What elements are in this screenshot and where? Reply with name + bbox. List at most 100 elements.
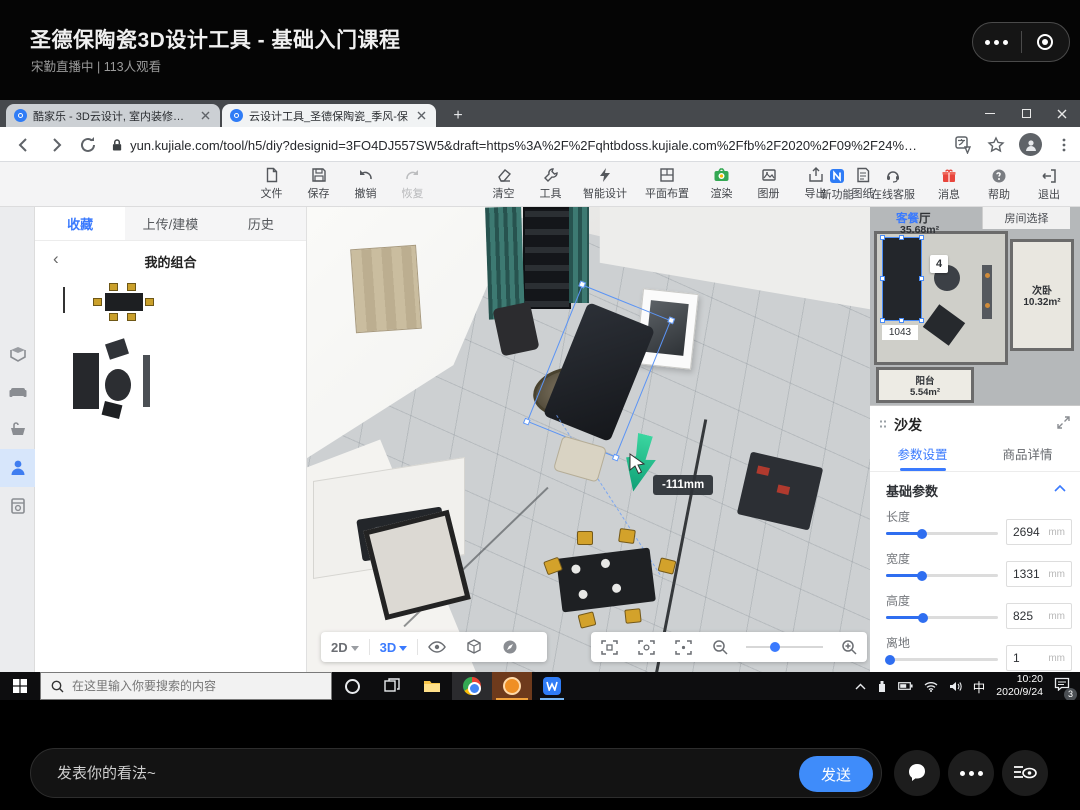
expand-panel-icon[interactable]	[1057, 416, 1070, 429]
cortana-icon[interactable]	[332, 672, 372, 700]
fit-selection-icon[interactable]	[591, 632, 628, 662]
close-window-button[interactable]	[1044, 100, 1080, 127]
browser-tab-design-tool[interactable]: 云设计工具_圣德保陶瓷_季风-保	[222, 104, 436, 127]
offground-value-field[interactable]: 1mm	[1006, 645, 1072, 671]
toolbar-redo-button[interactable]: 恢复	[389, 162, 436, 207]
height-value-field[interactable]: 825mm	[1006, 603, 1072, 629]
bookmark-star-icon[interactable]	[987, 136, 1005, 154]
zoom-in-icon[interactable]	[831, 632, 867, 662]
length-slider[interactable]	[886, 532, 998, 535]
toolbar-save-button[interactable]: 保存	[295, 162, 342, 207]
record-icon[interactable]	[1022, 23, 1070, 61]
toolbar-undo-button[interactable]: 撤销	[342, 162, 389, 207]
refresh-icon[interactable]	[78, 135, 98, 155]
live-course-player: 圣德保陶瓷3D设计工具 - 基础入门课程 宋勤直播中 | 113人观看 酷家乐 …	[0, 0, 1080, 810]
combo-thumbnail-livingroom-set[interactable]	[65, 339, 175, 417]
tab-favorites[interactable]: 收藏	[35, 207, 125, 240]
forward-icon[interactable]	[46, 135, 66, 155]
category-furniture-icon[interactable]	[0, 373, 35, 411]
toolbar-help-button[interactable]: 帮助	[974, 162, 1024, 207]
battery-icon[interactable]	[898, 681, 913, 691]
fit-settings-icon[interactable]	[628, 632, 665, 662]
category-bath-icon[interactable]	[0, 411, 35, 449]
comment-input[interactable]	[57, 749, 697, 797]
height-slider[interactable]	[886, 616, 998, 619]
tab-upload-model[interactable]: 上传/建模	[125, 207, 215, 240]
toolbar-render-button[interactable]: 渲染	[698, 162, 745, 207]
kujiale-app-icon[interactable]	[492, 672, 532, 700]
room-select-button[interactable]: 房间选择	[982, 207, 1070, 229]
width-value-field[interactable]: 1331mm	[1006, 561, 1072, 587]
more-options-button[interactable]	[948, 750, 994, 796]
model-cube-icon[interactable]	[456, 632, 492, 662]
maximize-button[interactable]	[1008, 100, 1044, 127]
browser-menu-icon[interactable]	[1056, 137, 1072, 153]
toolbar-messages-button[interactable]: 消息	[924, 162, 974, 207]
drag-handle-icon[interactable]	[879, 419, 887, 430]
comment-box[interactable]: 发送	[30, 748, 882, 798]
chrome-icon[interactable]	[452, 672, 492, 700]
category-appliance-icon[interactable]	[0, 487, 35, 525]
notification-center-icon[interactable]: 3	[1054, 677, 1070, 696]
new-tab-button[interactable]: +	[448, 106, 468, 126]
omnibox[interactable]: yun.kujiale.com/tool/h5/diy?designid=3FO…	[112, 135, 920, 155]
toggle-comments-button[interactable]	[1002, 750, 1048, 796]
start-button[interactable]	[0, 672, 40, 700]
translate-icon[interactable]	[955, 136, 973, 154]
tab-history[interactable]: 历史	[216, 207, 306, 240]
wifi-icon[interactable]	[924, 681, 938, 692]
toolbar-clear-button[interactable]: 清空	[480, 162, 527, 207]
zoom-out-icon[interactable]	[702, 632, 738, 662]
close-tab-icon[interactable]	[414, 109, 428, 123]
close-tab-icon[interactable]	[198, 109, 212, 123]
visibility-eye-icon[interactable]	[418, 632, 456, 662]
tray-chevron-icon[interactable]	[855, 683, 866, 690]
toolbar-ai-design-button[interactable]: 智能设计	[574, 162, 636, 207]
floorplan-selected-sofa[interactable]	[882, 237, 922, 321]
toolbar-new-features-button[interactable]: 新功能	[812, 162, 862, 207]
viewport-3d[interactable]: -111mm 2D 3D	[307, 207, 870, 672]
taskbar-search[interactable]	[40, 672, 332, 700]
tab-parameter-settings[interactable]: 参数设置	[870, 442, 975, 471]
toolbar-album-button[interactable]: 图册	[745, 162, 792, 207]
toolbar-exit-button[interactable]: 退出	[1024, 162, 1074, 207]
wps-icon[interactable]	[532, 672, 572, 700]
walkthrough-compass-icon[interactable]	[492, 632, 528, 662]
ime-indicator[interactable]: 中	[973, 677, 986, 696]
mode-2d-button[interactable]: 2D	[321, 632, 369, 662]
floorplan-balcony[interactable]: 阳台5.54m²	[876, 367, 974, 403]
floorplan-bedroom[interactable]: 次卧10.32m²	[1010, 239, 1074, 351]
chat-face-button[interactable]	[894, 750, 940, 796]
scene-dining-table	[556, 547, 656, 612]
toolbar-support-button[interactable]: 在线客服	[862, 162, 924, 207]
toolbar-file-button[interactable]: 文件	[248, 162, 295, 207]
minimize-button[interactable]	[972, 100, 1008, 127]
usb-icon[interactable]	[877, 680, 887, 693]
mode-3d-button[interactable]: 3D	[370, 632, 418, 662]
clock[interactable]: 10:20 2020/9/24	[996, 673, 1043, 699]
center-focus-icon[interactable]	[665, 632, 702, 662]
wall-number-badge[interactable]: 4	[930, 255, 948, 273]
category-room-icon[interactable]	[0, 335, 35, 373]
combo-thumbnail-dining-set[interactable]	[91, 283, 157, 323]
more-icon[interactable]	[973, 23, 1021, 61]
profile-avatar[interactable]	[1019, 133, 1042, 156]
task-view-icon[interactable]	[372, 672, 412, 700]
send-button[interactable]: 发送	[799, 756, 873, 792]
file-explorer-icon[interactable]	[412, 672, 452, 700]
browser-tab-kujiale-home[interactable]: 酷家乐 - 3D云设计, 室内装修效...	[6, 104, 220, 127]
collapse-chevron-icon[interactable]	[1054, 484, 1066, 492]
tab-product-details[interactable]: 商品详情	[975, 442, 1080, 471]
zoom-slider[interactable]	[746, 646, 823, 648]
toolbar-floorplan-layout-button[interactable]: 平面布置	[636, 162, 698, 207]
width-slider[interactable]	[886, 574, 998, 577]
back-icon[interactable]	[14, 135, 34, 155]
length-value-field[interactable]: 2694mm	[1006, 519, 1072, 545]
floorplan-minimap[interactable]: 客餐厅 35.68m² 房间选择 次卧10.32m² 阳台5.54m²	[870, 207, 1080, 405]
offground-slider[interactable]	[886, 658, 998, 661]
taskbar-search-input[interactable]	[72, 679, 312, 693]
category-people-icon[interactable]	[0, 449, 35, 487]
speaker-icon[interactable]	[949, 681, 962, 692]
toolbar-tools-button[interactable]: 工具	[527, 162, 574, 207]
zoom-slider-knob[interactable]	[770, 642, 780, 652]
